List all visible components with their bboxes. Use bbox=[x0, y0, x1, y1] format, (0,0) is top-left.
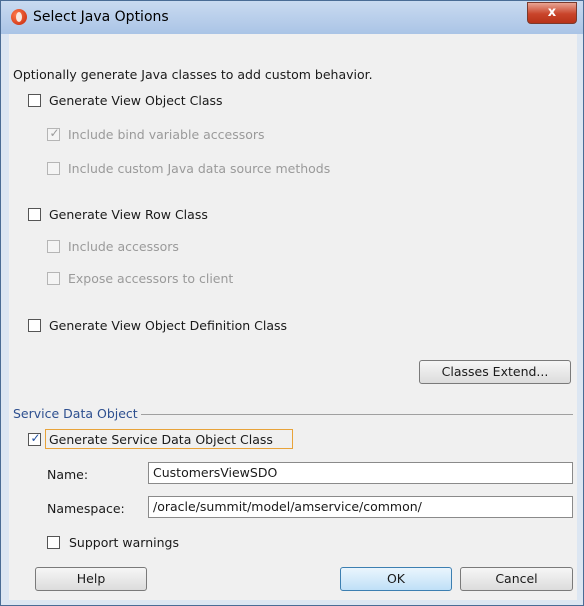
oracle-app-icon bbox=[11, 9, 27, 25]
sdo-section-title: Service Data Object bbox=[13, 406, 138, 421]
cancel-button[interactable]: Cancel bbox=[460, 567, 573, 591]
bind-accessors-label: Include bind variable accessors bbox=[68, 127, 265, 142]
expose-accessors-checkbox[interactable] bbox=[47, 272, 60, 285]
classes-extend-button[interactable]: Classes Extend... bbox=[419, 360, 571, 384]
checkmark-icon: ✓ bbox=[30, 431, 41, 445]
include-accessors-label: Include accessors bbox=[68, 239, 179, 254]
generate-sdo-checkbox[interactable]: ✓ bbox=[28, 431, 41, 446]
namespace-label: Namespace: bbox=[47, 501, 125, 516]
help-button[interactable]: Help bbox=[35, 567, 147, 591]
support-warnings-checkbox[interactable] bbox=[47, 536, 60, 549]
generate-view-row-checkbox[interactable] bbox=[28, 208, 41, 221]
generate-view-row-label[interactable]: Generate View Row Class bbox=[49, 207, 208, 222]
name-label: Name: bbox=[47, 467, 89, 482]
title-bar[interactable]: Select Java Options x bbox=[1, 1, 583, 34]
generate-definition-checkbox[interactable] bbox=[28, 319, 41, 332]
namespace-field[interactable]: /oracle/summit/model/amservice/common/ bbox=[148, 496, 573, 518]
generate-sdo-label[interactable]: Generate Service Data Object Class bbox=[49, 432, 273, 447]
generate-view-object-label[interactable]: Generate View Object Class bbox=[49, 93, 223, 108]
close-button[interactable]: x bbox=[527, 2, 577, 24]
intro-text: Optionally generate Java classes to add … bbox=[13, 67, 373, 82]
bind-accessors-checkbox[interactable]: ✓ bbox=[47, 126, 60, 141]
dialog-window: Select Java Options x Optionally generat… bbox=[0, 0, 584, 606]
ok-button[interactable]: OK bbox=[340, 567, 452, 591]
generate-view-object-checkbox[interactable] bbox=[28, 94, 41, 107]
custom-methods-checkbox[interactable] bbox=[47, 162, 60, 175]
name-field[interactable]: CustomersViewSDO bbox=[148, 462, 573, 484]
include-accessors-checkbox[interactable] bbox=[47, 240, 60, 253]
expose-accessors-label: Expose accessors to client bbox=[68, 271, 234, 286]
generate-definition-label[interactable]: Generate View Object Definition Class bbox=[49, 318, 287, 333]
custom-methods-label: Include custom Java data source methods bbox=[68, 161, 331, 176]
support-warnings-label[interactable]: Support warnings bbox=[69, 535, 179, 550]
dialog-title: Select Java Options bbox=[33, 9, 169, 25]
dialog-content: Optionally generate Java classes to add … bbox=[9, 34, 577, 600]
checkmark-icon: ✓ bbox=[49, 126, 60, 140]
section-divider bbox=[141, 414, 573, 415]
